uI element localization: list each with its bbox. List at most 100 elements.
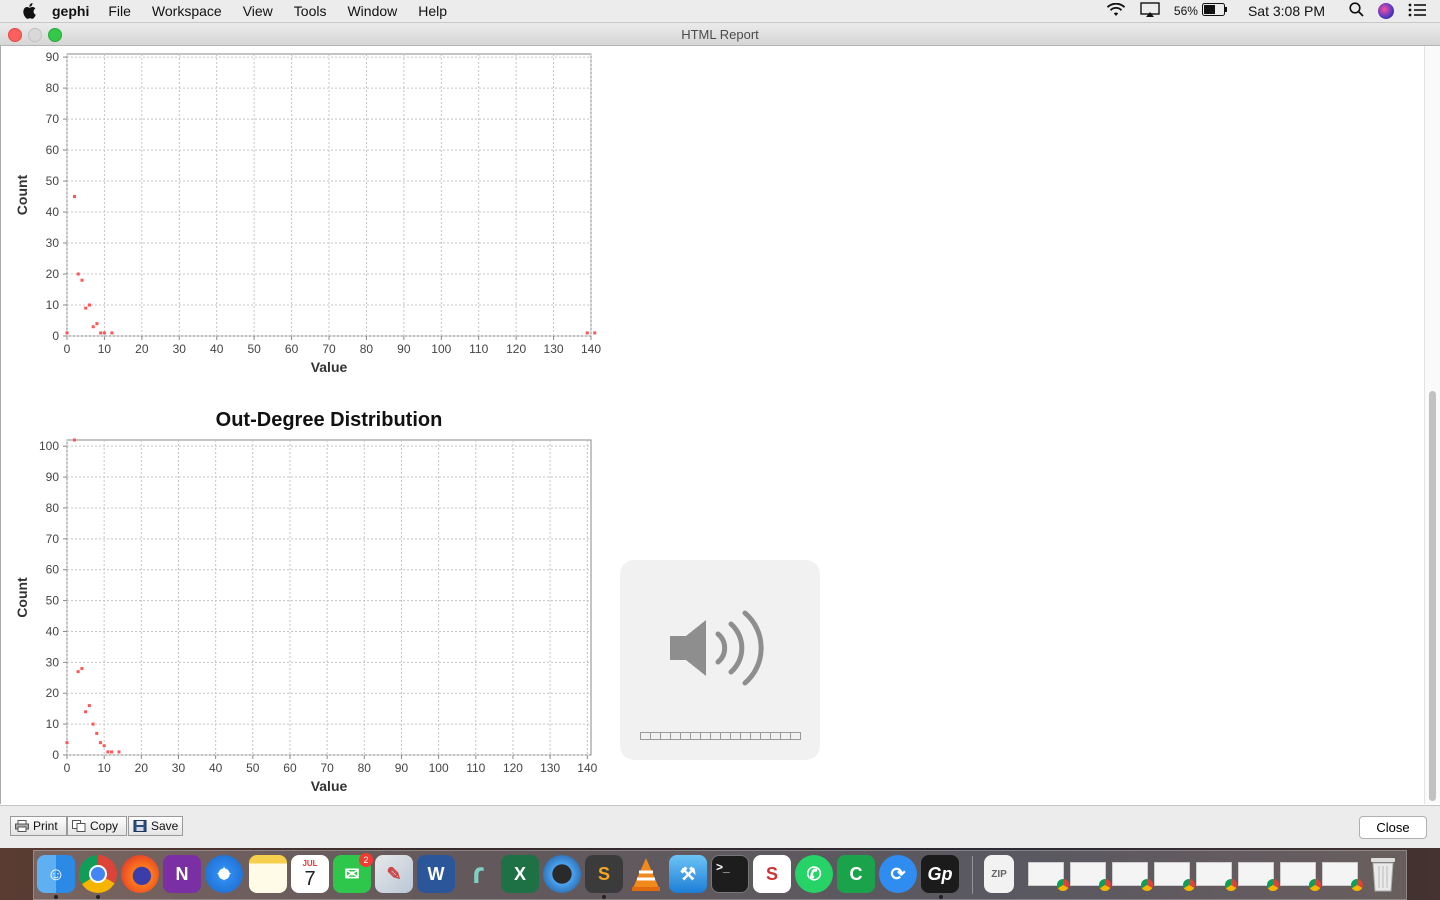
camtasia-icon[interactable]: C <box>837 855 875 893</box>
calendar-month: JUL <box>302 858 318 868</box>
menubar-clock[interactable]: Sat 3:08 PM <box>1248 3 1325 19</box>
firefox-icon[interactable] <box>121 855 159 893</box>
window-titlebar: HTML Report <box>0 23 1440 46</box>
airplay-icon[interactable] <box>1140 1 1160 21</box>
minimized-chrome-window[interactable] <box>1112 862 1153 891</box>
trash-icon[interactable] <box>1364 855 1402 893</box>
x-tick-label: 20 <box>135 342 149 356</box>
data-point <box>87 303 91 307</box>
dock-separator <box>972 856 973 894</box>
chrome-icon[interactable] <box>79 855 117 893</box>
whatsapp-icon[interactable]: ✆ <box>795 855 833 893</box>
preview-icon[interactable]: ✎ <box>375 855 413 893</box>
copy-button[interactable]: Copy <box>67 816 127 836</box>
y-axis-label: Count <box>14 577 30 618</box>
siri-icon[interactable] <box>1378 3 1394 19</box>
floppy-disk-icon <box>133 820 147 832</box>
menu-window[interactable]: Window <box>347 3 397 19</box>
x-tick-label: 130 <box>540 761 560 775</box>
print-button[interactable]: Print <box>10 816 67 836</box>
data-point <box>117 750 121 754</box>
volume-hud <box>620 560 820 760</box>
minimized-chrome-window[interactable] <box>1322 862 1363 891</box>
minimized-chrome-window[interactable] <box>1238 862 1279 891</box>
close-button[interactable]: Close <box>1359 816 1427 839</box>
x-tick-label: 50 <box>247 342 261 356</box>
y-tick-label: 70 <box>46 112 60 126</box>
onenote-icon[interactable]: N <box>163 855 201 893</box>
battery-percent[interactable]: 56% <box>1174 4 1198 18</box>
printer-icon <box>15 820 29 832</box>
quicktime-icon[interactable] <box>543 855 581 893</box>
y-tick-label: 20 <box>46 267 60 281</box>
save-button-label: Save <box>151 819 179 833</box>
gephi-icon[interactable]: Gp <box>921 855 959 893</box>
menu-view[interactable]: View <box>243 3 273 19</box>
data-point <box>91 722 95 726</box>
app-r-icon[interactable]: ɾ <box>459 855 497 893</box>
sublime-icon[interactable]: S <box>585 855 623 893</box>
x-tick-label: 80 <box>360 342 374 356</box>
save-button[interactable]: Save <box>128 816 183 836</box>
volume-level-bar <box>640 732 801 740</box>
running-indicator <box>602 895 606 899</box>
x-tick-label: 120 <box>503 761 523 775</box>
menu-workspace[interactable]: Workspace <box>152 3 222 19</box>
x-tick-label: 10 <box>97 761 111 775</box>
archive-file-icon[interactable]: ZIP <box>984 855 1014 893</box>
x-tick-label: 60 <box>283 761 297 775</box>
y-tick-label: 10 <box>46 298 60 312</box>
x-tick-label: 70 <box>320 761 334 775</box>
x-tick-label: 110 <box>466 761 485 775</box>
word-icon[interactable]: W <box>417 855 455 893</box>
minimized-chrome-window[interactable] <box>1070 862 1111 891</box>
excel-icon[interactable]: X <box>501 855 539 893</box>
finder-icon[interactable]: ☺ <box>37 855 75 893</box>
spotlight-search-icon[interactable] <box>1349 2 1364 20</box>
copy-icon <box>72 820 86 832</box>
calendar-icon[interactable]: JUL 7 <box>291 855 329 893</box>
scrollbar-thumb[interactable] <box>1429 391 1436 801</box>
running-indicator <box>96 895 100 899</box>
notification-center-icon[interactable] <box>1408 3 1426 20</box>
scrivener-icon[interactable]: S <box>753 855 791 893</box>
menu-help[interactable]: Help <box>418 3 447 19</box>
x-tick-label: 0 <box>64 761 71 775</box>
y-tick-label: 80 <box>46 501 60 515</box>
battery-icon[interactable] <box>1201 3 1228 19</box>
y-tick-label: 10 <box>46 717 60 731</box>
x-tick-label: 140 <box>581 342 601 356</box>
data-point <box>98 741 102 745</box>
out-degree-distribution-chart: 0 10 20 30 40 50 60 70 80 90 100 110 120 130 140 0 10 20 3… <box>14 409 598 794</box>
minimized-chrome-window[interactable] <box>1280 862 1321 891</box>
apple-menu-icon[interactable] <box>20 2 38 20</box>
data-point <box>106 750 110 754</box>
x-tick-label: 70 <box>322 342 336 356</box>
xcode-icon[interactable]: ⚒ <box>669 855 707 893</box>
x-tick-label: 110 <box>469 342 488 356</box>
wifi-icon[interactable] <box>1106 2 1126 20</box>
data-point <box>84 710 88 714</box>
menu-file[interactable]: File <box>108 3 131 19</box>
y-tick-label: 40 <box>46 624 60 638</box>
data-point <box>102 331 106 335</box>
terminal-icon[interactable]: >_ <box>711 855 749 893</box>
minimized-chrome-window[interactable] <box>1028 862 1069 891</box>
minimized-chrome-window[interactable] <box>1154 862 1195 891</box>
report-toolbar: Print Copy Save Close <box>0 805 1440 848</box>
share-icon[interactable]: ⟳ <box>879 855 917 893</box>
menu-tools[interactable]: Tools <box>294 3 327 19</box>
y-tick-label: 60 <box>46 563 60 577</box>
data-point <box>91 325 95 329</box>
notes-icon[interactable] <box>249 855 287 893</box>
x-tick-label: 40 <box>210 342 224 356</box>
calendar-day: 7 <box>304 867 316 890</box>
safari-icon[interactable]: ✦ <box>205 855 243 893</box>
data-point <box>72 438 76 442</box>
data-point <box>110 331 114 335</box>
vlc-icon[interactable] <box>627 855 665 893</box>
minimized-chrome-window[interactable] <box>1196 862 1237 891</box>
vertical-scrollbar[interactable] <box>1424 46 1440 804</box>
app-menu-gephi[interactable]: gephi <box>52 3 89 19</box>
x-tick-label: 100 <box>431 342 451 356</box>
